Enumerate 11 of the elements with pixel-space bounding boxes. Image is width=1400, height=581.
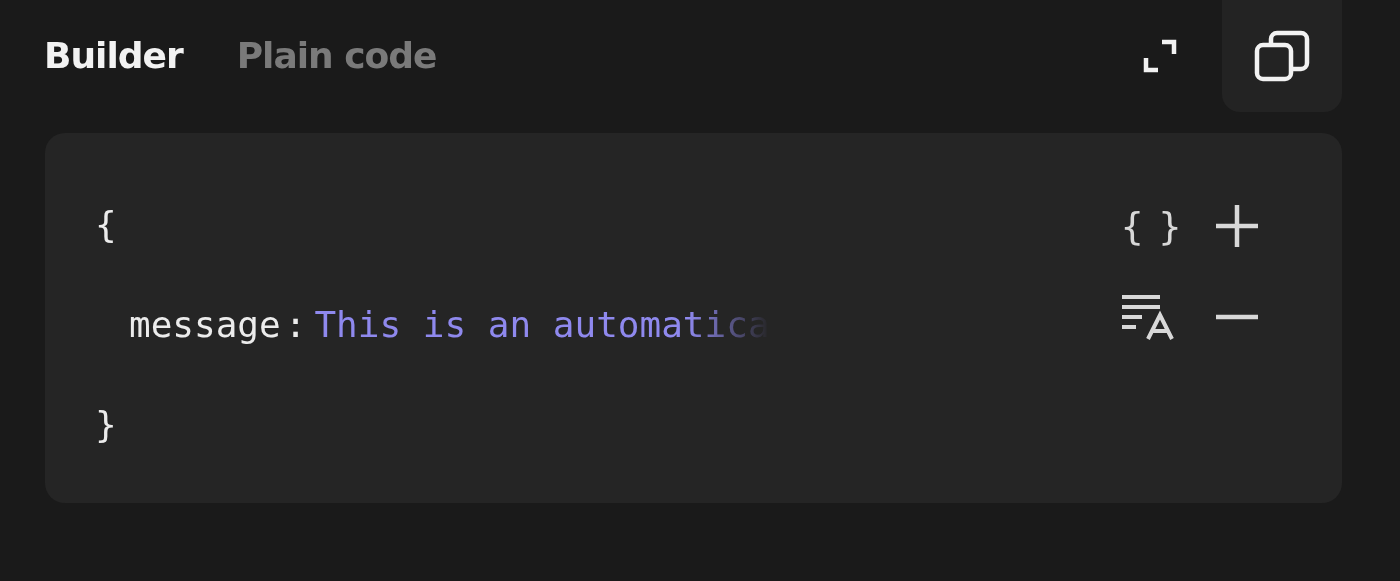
open-brace: { <box>95 204 117 245</box>
copy-icon <box>1253 29 1311 83</box>
field-key: message <box>129 301 281 349</box>
separator: : <box>284 303 307 347</box>
plus-icon[interactable] <box>1214 203 1260 249</box>
tab[interactable]: Builder <box>44 34 183 76</box>
minus-icon[interactable] <box>1216 314 1258 320</box>
copy-button[interactable] <box>1222 0 1342 112</box>
add-object-button[interactable]: { } <box>1120 204 1178 248</box>
tab[interactable]: Plain code <box>236 34 437 76</box>
close-brace: } <box>95 404 117 445</box>
